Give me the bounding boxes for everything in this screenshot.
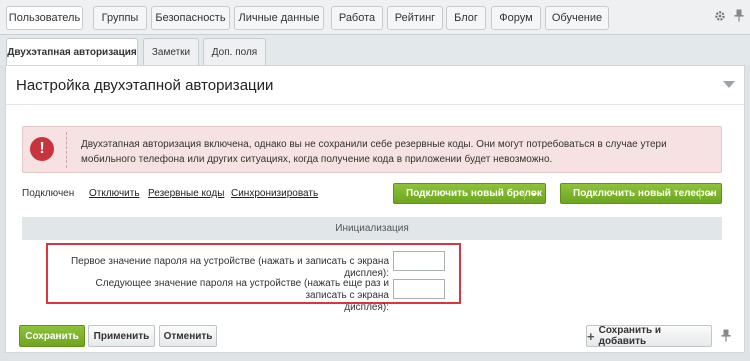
- tab-blog[interactable]: Блог: [446, 6, 486, 30]
- save-and-add-label: Сохранить и добавить: [598, 325, 662, 347]
- disable-link[interactable]: Отключить: [89, 188, 140, 199]
- chevron-down-icon: [707, 193, 713, 196]
- subtab-extra-fields[interactable]: Доп. поля: [203, 38, 266, 65]
- collapse-arrow-icon[interactable]: [723, 81, 735, 88]
- alert-divider: [66, 132, 67, 168]
- divider: [6, 104, 744, 105]
- add-phone-button[interactable]: Подключить новый телефон: [560, 183, 722, 204]
- gear-icon[interactable]: [714, 10, 726, 22]
- init-section-header: Инициализация: [22, 217, 722, 240]
- second-value-label: Следующее значение пароля на устройстве …: [52, 278, 389, 314]
- plus-icon: +: [587, 328, 595, 344]
- chevron-down-icon: [531, 193, 537, 196]
- pin-icon[interactable]: [721, 329, 731, 345]
- panel-title: Настройка двухэтапной авторизации: [16, 77, 274, 94]
- subtab-2fa[interactable]: Двухэтапная авторизация: [6, 38, 138, 66]
- tab-user[interactable]: Пользователь: [6, 6, 83, 30]
- second-value-label-line1: Следующее значение пароля на устройстве …: [95, 278, 389, 301]
- tab-personal[interactable]: Личные данные: [234, 6, 324, 30]
- add-keyfob-label: Подключить новый брелок: [406, 188, 542, 199]
- exclamation-icon: !: [30, 137, 54, 161]
- tab-rating[interactable]: Рейтинг: [387, 6, 443, 30]
- tab-security[interactable]: Безопасность: [151, 6, 230, 30]
- second-value-label-line2: дисплея):: [344, 302, 389, 313]
- footer-bar: Сохранить Применить Отменить + Сохранить…: [5, 320, 745, 353]
- save-and-add-button[interactable]: + Сохранить и добавить: [586, 325, 712, 347]
- add-keyfob-button[interactable]: Подключить новый брелок: [393, 183, 546, 204]
- sync-link[interactable]: Синхронизировать: [231, 188, 318, 199]
- top-tab-bar: Пользователь Группы Безопасность Личные …: [0, 0, 750, 35]
- tab-groups[interactable]: Группы: [93, 6, 147, 30]
- backup-codes-link[interactable]: Резервные коды: [148, 188, 224, 199]
- alert-text: Двухэтапная авторизация включена, однако…: [81, 139, 667, 165]
- add-phone-label: Подключить новый телефон: [573, 188, 717, 199]
- warning-alert: ! Двухэтапная авторизация включена, одна…: [22, 126, 722, 173]
- apply-button[interactable]: Применить: [88, 325, 155, 347]
- tab-learning[interactable]: Обучение: [545, 6, 609, 30]
- tab-forum[interactable]: Форум: [491, 6, 541, 30]
- second-value-input[interactable]: [393, 279, 445, 299]
- subtab-notes[interactable]: Заметки: [143, 38, 199, 65]
- sub-tab-bar: Двухэтапная авторизация Заметки Доп. пол…: [0, 35, 750, 66]
- tab-work[interactable]: Работа: [331, 6, 383, 30]
- connection-status: Подключен: [22, 188, 75, 199]
- cancel-button[interactable]: Отменить: [159, 325, 217, 347]
- pin-icon[interactable]: [734, 9, 744, 22]
- first-value-input[interactable]: [393, 251, 445, 271]
- first-value-label: Первое значение пароля на устройстве (на…: [70, 256, 389, 279]
- save-button[interactable]: Сохранить: [19, 325, 85, 347]
